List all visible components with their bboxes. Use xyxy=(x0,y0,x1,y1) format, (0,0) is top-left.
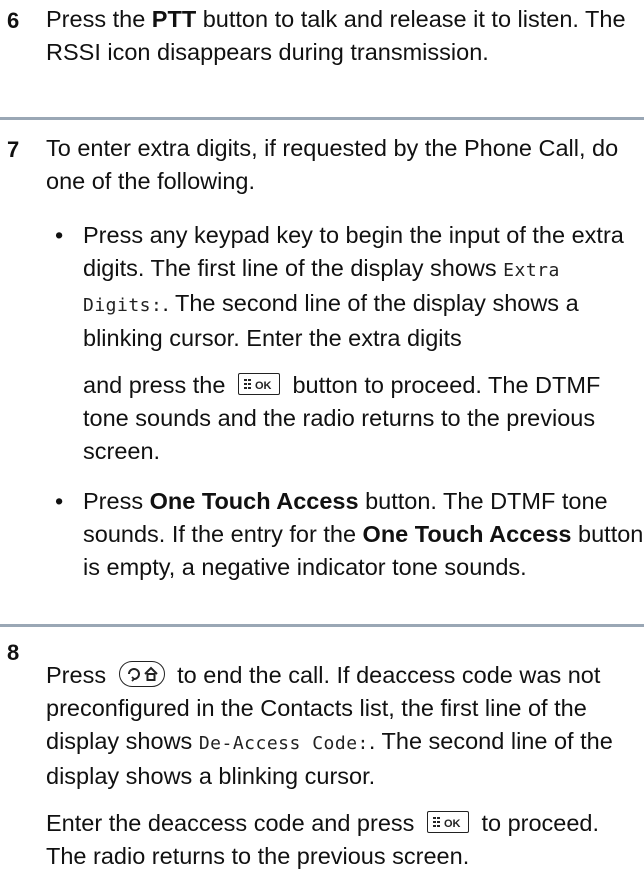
bullet-item: Press any keypad key to begin the input … xyxy=(83,222,624,464)
bullet-marker: • xyxy=(55,488,64,514)
svg-text:OK: OK xyxy=(444,818,461,830)
step-text: Press to end the call. If deaccess code … xyxy=(46,661,613,869)
menu-ok-key-icon: OK xyxy=(426,811,469,833)
step-text: To enter extra digits, if requested by t… xyxy=(46,135,619,194)
bullet-marker: • xyxy=(55,222,64,248)
step-number: 8 xyxy=(7,640,20,665)
back-home-key-icon xyxy=(118,661,165,687)
divider xyxy=(0,117,644,120)
manual-page: 6 Press the PTT button to talk and relea… xyxy=(0,0,644,869)
step-text: Press the PTT button to talk and release… xyxy=(46,6,626,65)
svg-text:OK: OK xyxy=(255,380,272,392)
step-number: 7 xyxy=(7,137,20,162)
step-number: 6 xyxy=(7,8,20,33)
ptt-label: PTT xyxy=(151,6,197,32)
display-text: De-Access Code: xyxy=(198,733,369,754)
bullet-item: Press One Touch Access button. The DTMF … xyxy=(83,488,644,580)
divider xyxy=(0,624,644,627)
menu-ok-key-icon: OK xyxy=(237,373,280,395)
